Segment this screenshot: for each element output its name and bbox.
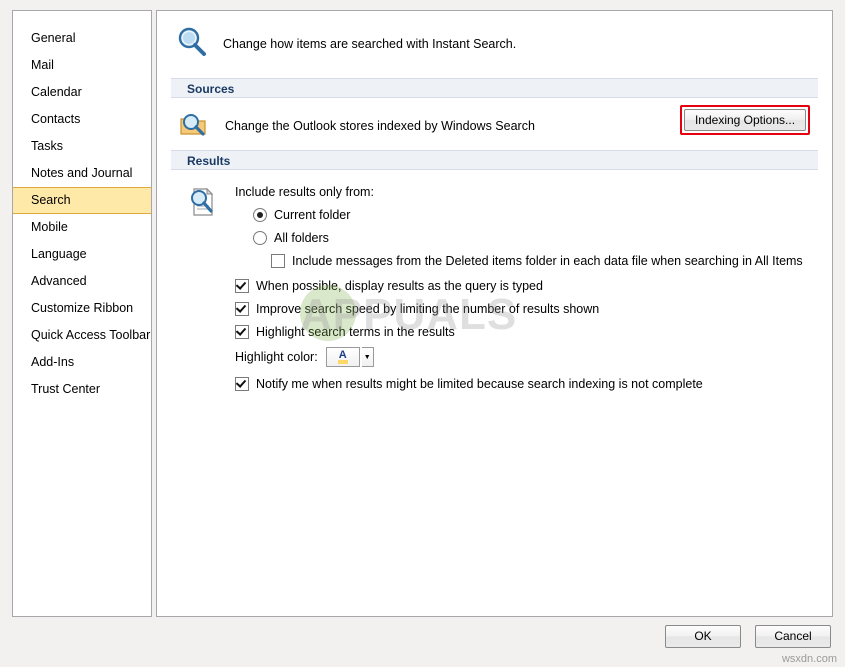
watermark-url: wsxdn.com [781, 653, 837, 665]
checkbox-highlight-terms-label: Highlight search terms in the results [256, 325, 455, 339]
radio-current-folder-label: Current folder [274, 208, 351, 222]
panel-header: Change how items are searched with Insta… [157, 11, 832, 72]
sidebar-item-notes-and-journal[interactable]: Notes and Journal [13, 160, 151, 187]
radio-current-folder[interactable]: Current folder [253, 207, 832, 223]
radio-all-folders[interactable]: All folders [253, 230, 832, 246]
cancel-button[interactable]: Cancel [755, 625, 831, 648]
font-color-a-icon: A [337, 349, 348, 364]
radio-all-folders-indicator[interactable] [253, 231, 267, 245]
checkbox-improve-search-speed-box[interactable] [235, 302, 249, 316]
sidebar-item-contacts[interactable]: Contacts [13, 106, 151, 133]
chevron-down-icon[interactable]: ▼ [361, 347, 374, 367]
checkbox-improve-search-speed[interactable]: Improve search speed by limiting the num… [235, 301, 832, 317]
indexing-options-button[interactable]: Indexing Options... [684, 109, 806, 131]
highlight-color-row: Highlight color: A ▼ [235, 347, 832, 367]
checkbox-display-as-typed-label: When possible, display results as the qu… [256, 279, 543, 293]
results-content: Include results only from: Current folde… [235, 184, 832, 392]
checkbox-notify-limited[interactable]: Notify me when results might be limited … [235, 376, 832, 392]
sidebar-item-general[interactable]: General [13, 25, 151, 52]
radio-all-folders-label: All folders [274, 231, 329, 245]
checkbox-highlight-terms[interactable]: Highlight search terms in the results [235, 324, 832, 340]
magnifier-icon [175, 25, 209, 62]
results-body: Include results only from: Current folde… [157, 170, 832, 392]
checkbox-highlight-terms-box[interactable] [235, 325, 249, 339]
magnifier-document-icon [187, 186, 217, 221]
sidebar-item-customize-ribbon[interactable]: Customize Ribbon [13, 295, 151, 322]
sidebar-item-language[interactable]: Language [13, 241, 151, 268]
ok-button[interactable]: OK [665, 625, 741, 648]
options-category-sidebar: General Mail Calendar Contacts Tasks Not… [12, 10, 152, 617]
sidebar-item-mail[interactable]: Mail [13, 52, 151, 79]
sidebar-item-mobile[interactable]: Mobile [13, 214, 151, 241]
sidebar-item-tasks[interactable]: Tasks [13, 133, 151, 160]
sidebar-item-calendar[interactable]: Calendar [13, 79, 151, 106]
sources-row: Change the Outlook stores indexed by Win… [157, 98, 832, 144]
checkbox-include-deleted-items[interactable]: Include messages from the Deleted items … [271, 253, 832, 269]
sidebar-item-quick-access-toolbar[interactable]: Quick Access Toolbar [13, 322, 151, 349]
checkbox-include-deleted-items-label: Include messages from the Deleted items … [292, 254, 803, 268]
highlight-color-label: Highlight color: [235, 350, 318, 364]
sidebar-item-trust-center[interactable]: Trust Center [13, 376, 151, 403]
sidebar-item-advanced[interactable]: Advanced [13, 268, 151, 295]
sidebar-item-add-ins[interactable]: Add-Ins [13, 349, 151, 376]
include-results-text: Include results only from: [235, 185, 374, 199]
checkbox-notify-limited-box[interactable] [235, 377, 249, 391]
include-results-label: Include results only from: [235, 184, 832, 200]
outlook-options-dialog: General Mail Calendar Contacts Tasks Not… [0, 0, 845, 667]
sources-description: Change the Outlook stores indexed by Win… [225, 119, 535, 133]
results-section-title: Results [171, 150, 818, 170]
checkbox-display-as-typed[interactable]: When possible, display results as the qu… [235, 278, 832, 294]
search-options-panel: Change how items are searched with Insta… [156, 10, 833, 617]
sidebar-item-search[interactable]: Search [13, 187, 151, 214]
highlight-color-swatch-button[interactable]: A [325, 347, 360, 367]
magnifier-folder-icon [179, 111, 209, 142]
checkbox-notify-limited-label: Notify me when results might be limited … [256, 377, 703, 391]
checkbox-improve-search-speed-label: Improve search speed by limiting the num… [256, 302, 600, 316]
radio-current-folder-indicator[interactable] [253, 208, 267, 222]
sources-section-title: Sources [171, 78, 818, 98]
checkbox-include-deleted-items-box[interactable] [271, 254, 285, 268]
panel-header-text: Change how items are searched with Insta… [223, 36, 517, 51]
checkbox-display-as-typed-box[interactable] [235, 279, 249, 293]
